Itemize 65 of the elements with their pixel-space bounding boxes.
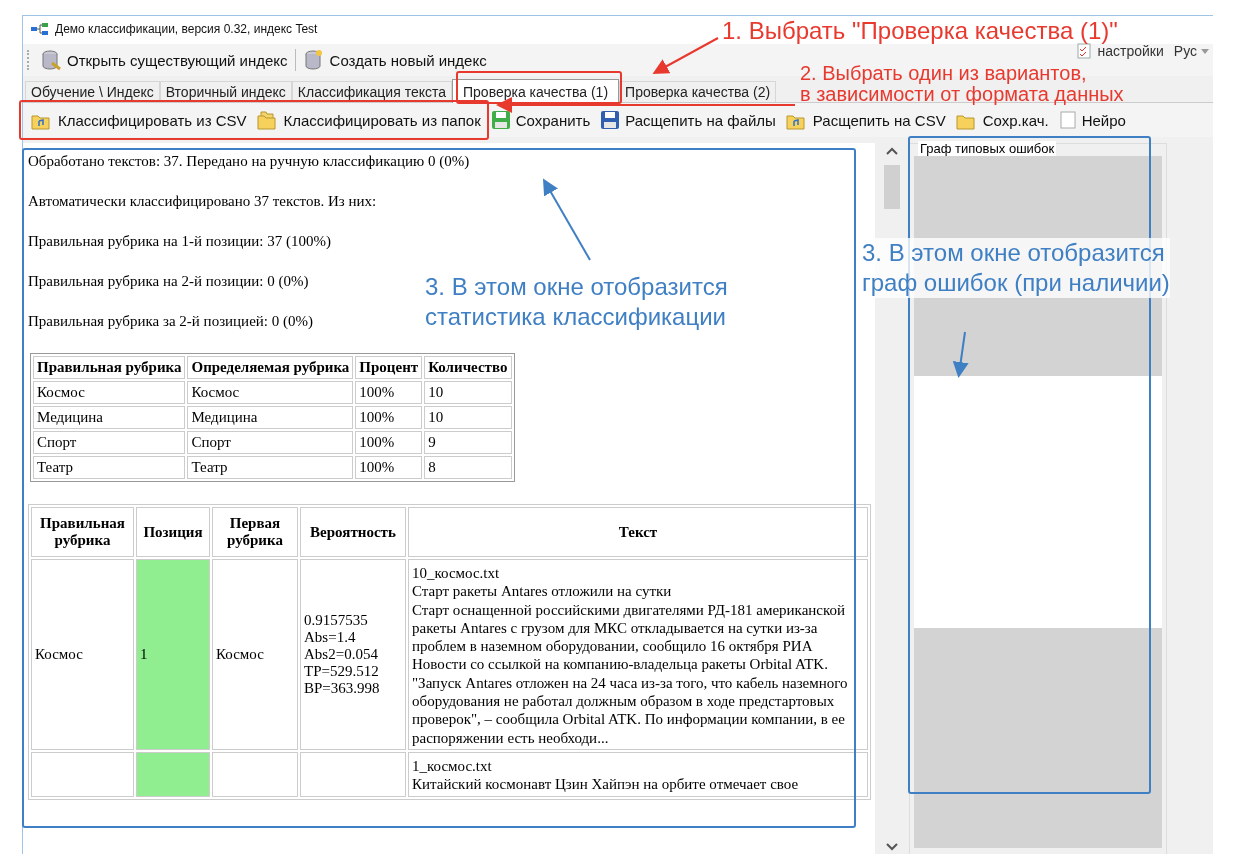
database-icon	[302, 49, 325, 71]
summary-line: Правильная рубрика на 1-й позиции: 37 (100%)	[28, 233, 331, 250]
table-cell: 100%	[355, 406, 423, 429]
table-cell: Спорт	[187, 431, 354, 454]
tab[interactable]: Проверка качества (1)	[452, 79, 620, 103]
position-cell: 1	[136, 559, 210, 750]
column-header: Текст	[408, 507, 868, 557]
table-cell: 100%	[355, 456, 423, 479]
column-header: Процент	[355, 356, 423, 379]
table-cell: 1_космос.txt Китайский космонавт Цзин Хайпэн на орбите отмечает свое	[408, 751, 868, 797]
scroll-up-icon[interactable]	[886, 147, 898, 155]
table-cell: Космос	[33, 381, 186, 404]
column-header: Правильная рубрика	[33, 356, 186, 379]
table-cell: Спорт	[33, 431, 186, 454]
table-cell: 100%	[355, 431, 423, 454]
tab[interactable]: Проверка качества (2)	[619, 81, 777, 102]
annotation-text: 1. Выбрать "Проверка качества (1)"	[722, 16, 1118, 45]
table-cell: Театр	[33, 456, 186, 479]
column-header: Правильная рубрика	[31, 507, 134, 557]
table-cell: Медицина	[33, 406, 186, 429]
language-dropdown[interactable]: Рус	[1173, 42, 1209, 60]
column-header: Количество	[424, 356, 512, 379]
table-cell: Космос	[187, 381, 354, 404]
arrow	[652, 37, 719, 74]
toolbar-button[interactable]: Расщепить на файлы	[596, 108, 780, 132]
table-cell: Медицина	[187, 406, 354, 429]
page-icon	[1058, 111, 1077, 129]
table-cell: 10	[424, 406, 512, 429]
group-title: Граф типовых ошибок	[918, 141, 1057, 156]
column-header: Вероятность	[300, 507, 406, 557]
table-cell: 10	[424, 381, 512, 404]
summary-line: Правильная рубрика за 2-й позицией: 0 (0%)	[28, 313, 313, 330]
table-cell: Театр	[187, 456, 354, 479]
column-header: Определяемая рубрика	[187, 356, 354, 379]
table-cell: 0.9157535 Abs=1.4 Abs2=0.054 TP=529.512 BP=363.998	[300, 559, 406, 750]
toolbar-button[interactable]: Нейро	[1054, 109, 1130, 131]
table-cell: 100%	[355, 381, 423, 404]
summary-line: Автоматически классифицировано 37 текстов. Из них:	[28, 193, 377, 210]
table-cell: 10_космос.txt Старт ракеты Antares отложили на сутки Старт оснащенной российскими двигателями РД-181 американской ракеты Antares с грузом для МКС откладывается на сутки из-за проблем в наземном оборудовании, сообщило 16 октября РИА Новости со ссылкой на компанию-владельца ракеты Orbital ATK. "Запуск Antares отложен на 24 часа из-за того, что кабель наземного оборудования не работал должным образом в ходе предстартовых проверок", – сообщила Orbital ATK. По информации компании, в ее распоряжении есть необходи...	[408, 559, 868, 750]
toolbar-button[interactable]: Классифицировать из CSV	[27, 108, 251, 132]
toolbar-button[interactable]: Открыть существующий индекс	[36, 47, 292, 73]
scroll-thumb[interactable]	[884, 165, 900, 209]
app-icon	[31, 23, 49, 35]
annotation-text: 2. Выбрать один из вариантов, в зависимости от формата данных	[800, 63, 1124, 105]
arrow	[952, 331, 969, 378]
toolbar-button[interactable]: Расщепить на CSV	[781, 108, 950, 132]
folder-icon	[256, 110, 279, 130]
toolbar-button[interactable]: Создать новый индекс	[298, 47, 491, 73]
summary-line: Обработано текстов: 37. Передано на ручную классификацию 0 (0%)	[28, 153, 470, 170]
window-title: Демо классификации, версия 0.32, индекс Test	[55, 22, 318, 36]
tab[interactable]: Обучение \ Индекс	[25, 81, 160, 102]
scroll-down-icon[interactable]	[886, 843, 898, 851]
table-cell: Космос	[212, 559, 298, 750]
summary-line: Правильная рубрика на 2-й позиции: 0 (0%)	[28, 273, 309, 290]
toolbar-button[interactable]: Сохр.кач.	[951, 108, 1053, 132]
caret-icon	[1201, 48, 1209, 54]
toolbar-button[interactable]: Сохранить	[486, 108, 595, 132]
annotation-text: 3. В этом окне отобразится граф ошибок (при наличии)	[862, 238, 1170, 298]
column-header: Позиция	[136, 507, 210, 557]
table-cell: Космос	[31, 559, 134, 750]
toolbar-button[interactable]: Классифицировать из папок	[252, 108, 485, 132]
database-icon	[40, 49, 62, 71]
table-cell: 9	[424, 431, 512, 454]
column-header: Первая рубрика	[212, 507, 298, 557]
table-cell: 8	[424, 456, 512, 479]
